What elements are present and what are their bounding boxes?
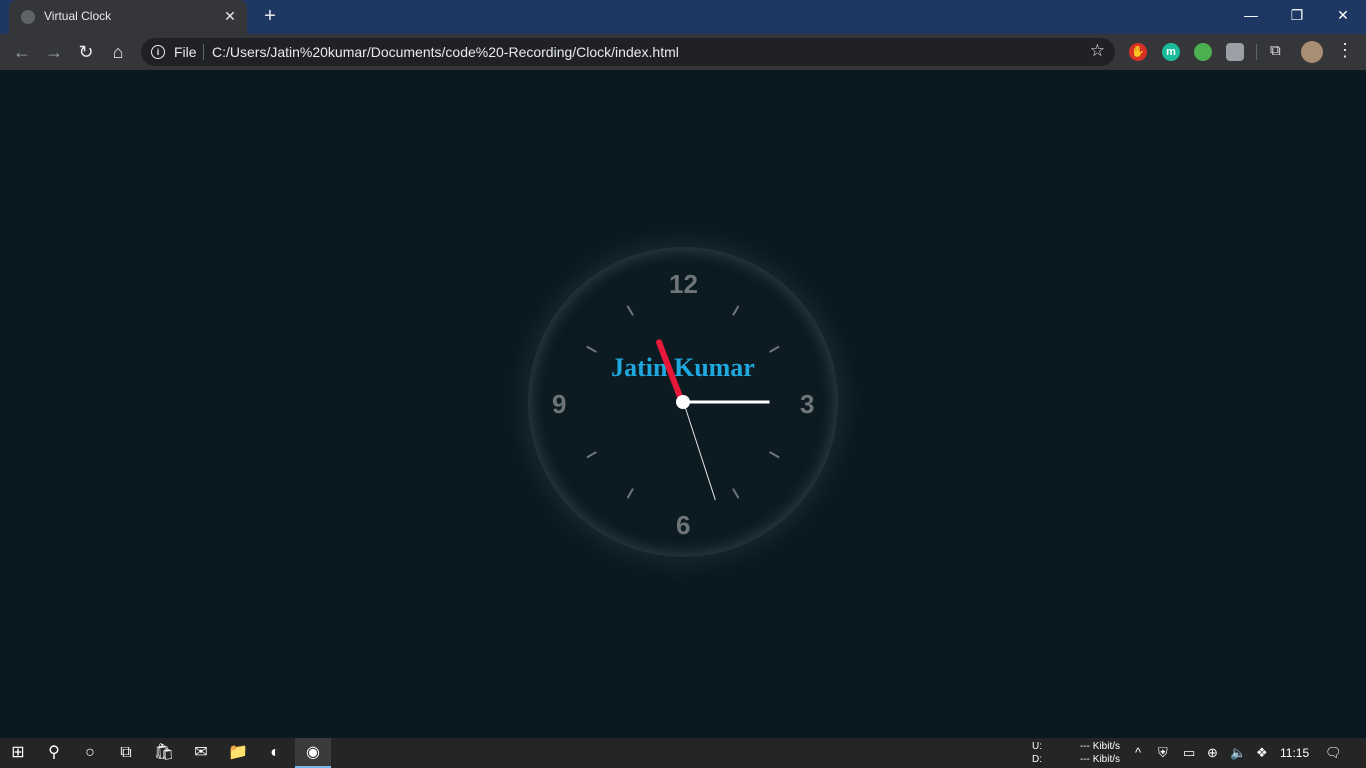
extension-stop-icon[interactable]: ✋ (1129, 43, 1147, 61)
browser-tab[interactable]: Virtual Clock ✕ (9, 0, 247, 34)
net-up-value: --- Kibit/s (1080, 741, 1120, 752)
net-down-label: D: (1032, 754, 1042, 765)
clock-number-6: 6 (676, 510, 691, 540)
forward-icon[interactable]: → (42, 40, 66, 64)
address-bar[interactable]: i File C:/Users/Jatin%20kumar/Documents/… (141, 38, 1115, 66)
security-shield-icon[interactable]: ⛨ (1158, 745, 1168, 761)
battery-icon[interactable]: ▭ (1183, 745, 1195, 761)
mail-icon[interactable]: ✉ (183, 738, 219, 768)
back-icon[interactable]: ← (10, 40, 34, 64)
reload-icon[interactable]: ↻ (74, 40, 98, 64)
browser-title-bar: Virtual Clock ✕ + — ❐ ✕ (0, 0, 1366, 34)
network-globe-icon[interactable]: ⊕ (1207, 745, 1218, 761)
net-up-label: U: (1032, 741, 1042, 752)
url-text[interactable]: C:/Users/Jatin%20kumar/Documents/code%20… (212, 44, 679, 60)
url-separator (203, 44, 204, 60)
chevron-up-icon[interactable]: ^ (1135, 745, 1141, 760)
info-icon[interactable]: i (151, 45, 165, 59)
browser-menu-icon[interactable]: ⋮ (1336, 40, 1354, 61)
edge-browser-icon[interactable]: ◐ (257, 738, 293, 768)
minimize-button[interactable]: — (1228, 0, 1274, 30)
dropbox-icon[interactable]: ❖ (1256, 745, 1268, 761)
profile-avatar[interactable] (1301, 41, 1323, 63)
cortana-icon[interactable]: ○ (72, 738, 108, 768)
bookmark-star-icon[interactable]: ☆ (1090, 41, 1105, 61)
toolbar-separator (1256, 44, 1257, 60)
extension-m-icon[interactable]: m (1162, 43, 1180, 61)
home-icon[interactable]: ⌂ (106, 40, 130, 64)
restore-button[interactable]: ❐ (1274, 0, 1320, 30)
windows-taskbar: ⊞ ⚲ ○ ⧉ 🛍 ✉ 📁 ◐ ◉ U: D: --- Kibit/s --- … (0, 738, 1366, 768)
net-down-value: --- Kibit/s (1080, 754, 1120, 765)
chrome-browser-icon[interactable]: ◉ (295, 738, 331, 768)
extension-color-icon[interactable] (1194, 43, 1212, 61)
close-window-button[interactable]: ✕ (1320, 0, 1366, 30)
windows-start-icon[interactable]: ⊞ (0, 738, 36, 768)
volume-icon[interactable]: 🔈 (1230, 745, 1246, 761)
extension-shield-icon[interactable] (1226, 43, 1244, 61)
close-tab-icon[interactable]: ✕ (221, 7, 239, 25)
minute-hand (683, 400, 770, 404)
task-view-icon[interactable]: ⧉ (108, 738, 144, 768)
clock-center-pin (676, 395, 690, 409)
clock-number-12: 12 (669, 269, 698, 299)
brand-name: Jatin Kumar (611, 353, 755, 382)
browser-toolbar: ← → ↻ ⌂ i File C:/Users/Jatin%20kumar/Do… (0, 34, 1366, 70)
url-scheme-label: File (174, 44, 197, 60)
page-viewport: 12 3 6 9 Jatin Kumar (0, 70, 1366, 738)
cast-icon[interactable]: ⧉ (1270, 42, 1281, 59)
notification-icon[interactable]: 🗨 (1325, 745, 1342, 761)
search-icon[interactable]: ⚲ (36, 738, 72, 768)
globe-icon (21, 10, 35, 24)
new-tab-button[interactable]: + (259, 5, 281, 27)
store-icon[interactable]: 🛍 (146, 738, 182, 768)
file-explorer-icon[interactable]: 📁 (220, 738, 256, 768)
clock-number-9: 9 (552, 389, 567, 419)
tab-title: Virtual Clock (44, 9, 112, 23)
taskbar-clock[interactable]: 11:15 (1280, 746, 1309, 760)
clock-face: 12 3 6 9 Jatin Kumar (528, 247, 838, 557)
clock-number-3: 3 (800, 389, 815, 419)
